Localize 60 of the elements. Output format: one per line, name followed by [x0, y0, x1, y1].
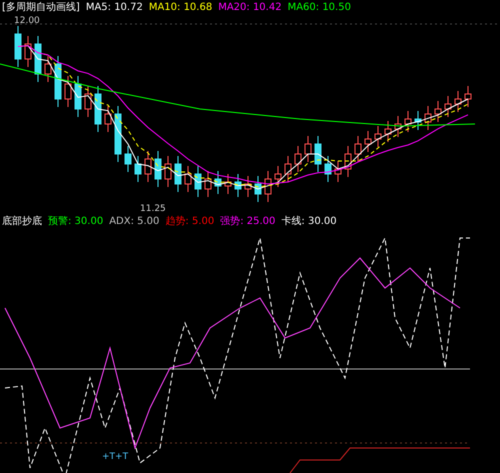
indicator-value: MA5: 10.72 — [86, 2, 143, 12]
candlestick — [384, 120, 392, 142]
candlestick — [324, 156, 332, 182]
candlestick — [64, 76, 72, 108]
candlestick — [174, 156, 182, 192]
candlestick — [94, 86, 102, 132]
indicator-value: 趋势: 5.00 — [165, 214, 214, 228]
low-price-label: 11.25 — [140, 204, 166, 214]
candlestick — [134, 156, 142, 182]
candlestick — [304, 136, 312, 162]
price-label: 12.00 — [14, 16, 40, 26]
candlestick — [314, 136, 322, 172]
indicator-value: 预警: 30.00 — [48, 215, 104, 228]
candlestick — [394, 116, 402, 138]
indicator-value: MA60: 10.50 — [288, 2, 351, 12]
candlestick — [344, 146, 352, 178]
candlestick — [284, 156, 292, 182]
indicator-value: 强势: 25.00 — [220, 214, 276, 228]
candlestick — [424, 106, 432, 130]
chart-title: [多周期自动画线] — [2, 0, 80, 14]
candlestick — [84, 86, 92, 118]
candlestick — [114, 106, 122, 162]
candlestick — [434, 100, 442, 122]
indicator-title: 底部抄底 — [2, 214, 42, 228]
candlestick — [444, 96, 452, 118]
candlestick — [364, 130, 372, 152]
candlestick — [374, 126, 382, 148]
candlestick — [224, 174, 232, 194]
candlestick — [264, 170, 272, 202]
candlestick — [464, 86, 472, 108]
candlestick — [164, 156, 172, 188]
candlestick — [184, 166, 192, 192]
candlestick — [234, 174, 242, 198]
candlestick — [454, 90, 462, 112]
candlestick — [194, 166, 202, 198]
candlestick — [54, 56, 62, 108]
indicator-value: 卡线: 30.00 — [281, 214, 337, 228]
candlestick — [104, 106, 112, 132]
candlestick — [254, 176, 262, 202]
indicator-value: MA20: 10.42 — [218, 2, 282, 12]
candlestick — [144, 150, 152, 182]
indicator-value: ADX: 5.00 — [109, 216, 160, 226]
candlestick — [154, 150, 162, 188]
candlestick — [354, 136, 362, 162]
candlestick — [44, 56, 52, 82]
signal-marker: +T+T — [102, 452, 128, 462]
candlestick — [74, 76, 82, 118]
candlestick — [214, 170, 222, 194]
candlestick — [414, 110, 422, 130]
candlestick — [274, 166, 282, 188]
candlestick — [34, 36, 42, 82]
candlestick — [334, 160, 342, 182]
candlestick — [404, 110, 412, 132]
candlestick — [204, 170, 212, 198]
candlestick — [124, 146, 132, 172]
candlestick — [294, 146, 302, 172]
candlestick — [244, 176, 252, 198]
candlestick — [24, 36, 32, 68]
candlestick — [14, 26, 22, 68]
indicator-value: MA10: 10.68 — [148, 2, 212, 12]
